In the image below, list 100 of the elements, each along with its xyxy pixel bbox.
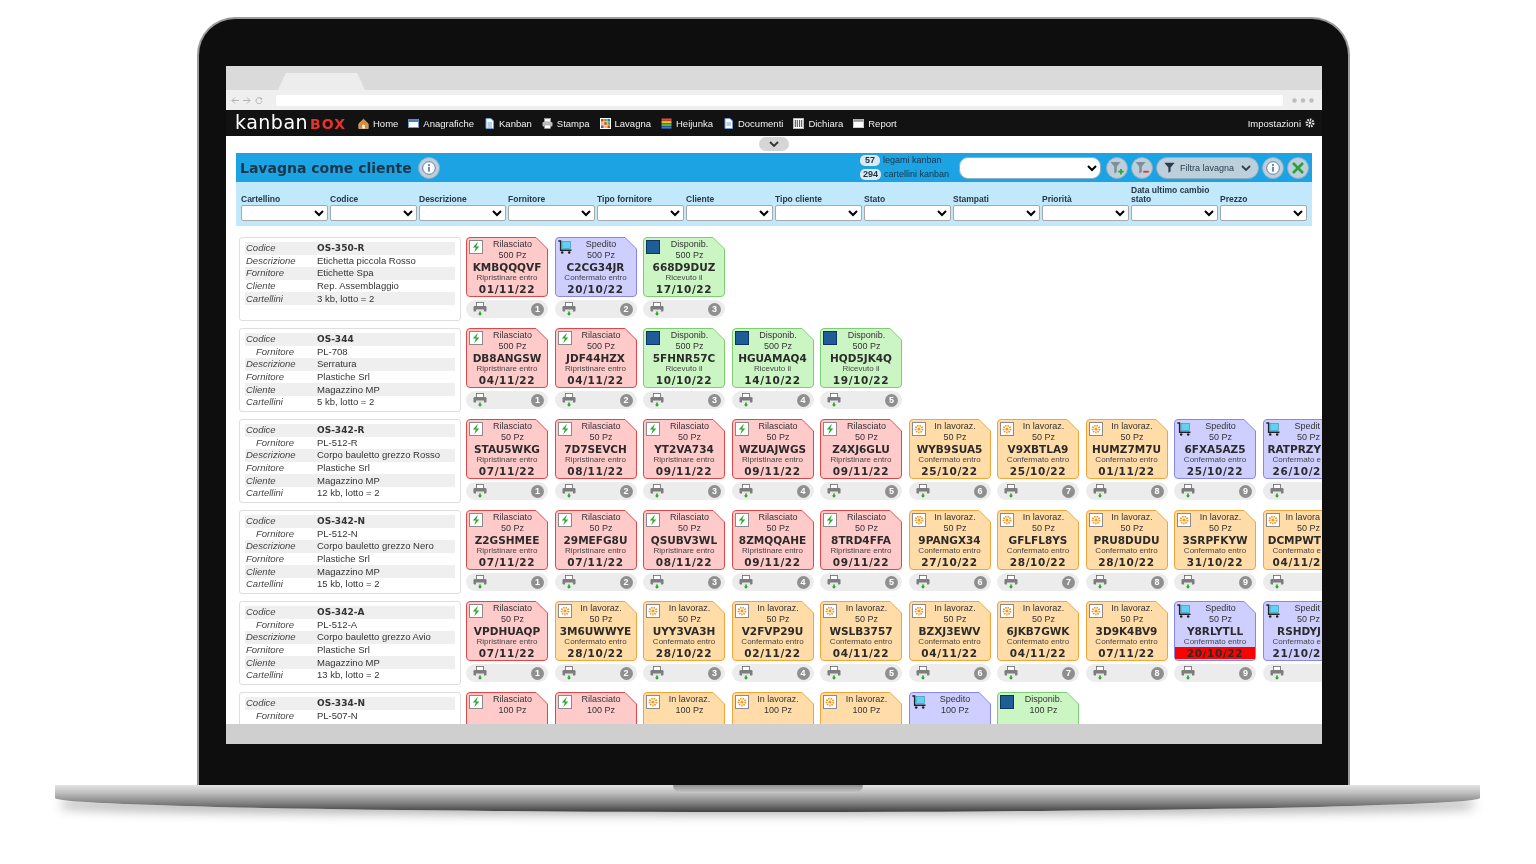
kanban-card[interactable]: Rilasciato 50 Pz STAU5WKG Ripristinare entro 07/11/22 [466, 419, 548, 479]
printer-icon[interactable] [473, 393, 487, 407]
kanban-card[interactable]: In lavoraz. 100 Pz [820, 692, 902, 724]
kanban-card[interactable]: In lavoraz. 100 Pz [731, 692, 814, 724]
info-button[interactable] [1262, 156, 1284, 179]
kanban-card[interactable]: In lavoraz. 50 Pz HUMZ7M7U Confermato entro 01/11/22 [1085, 419, 1168, 479]
nav-link[interactable]: Home [358, 117, 399, 129]
nav-link[interactable]: Dichiara [793, 117, 844, 129]
kanban-card[interactable]: Disponib. 500 Pz HGUAMAQ4 Ricevuto il 14/10/22 [731, 328, 814, 388]
filter-select[interactable] [1042, 205, 1129, 221]
printer-icon[interactable] [738, 484, 753, 498]
filter-select[interactable] [953, 205, 1040, 221]
kanban-card[interactable]: Rilasciato 50 Pz WZUAJWGS Ripristinare entro 09/11/22 [731, 419, 814, 479]
kanban-card[interactable]: Spedito 50 Pz Y8RLYTLL Confermato entro 20/10/22 [1174, 601, 1256, 661]
filter-select[interactable] [241, 205, 328, 221]
printer-icon[interactable] [1181, 666, 1195, 680]
filter-select[interactable] [775, 205, 862, 221]
kanban-card[interactable]: In lavoraz. 50 Pz 3M6UWWYE Confermato entro 28/10/22 [554, 601, 637, 661]
kanban-card[interactable]: Disponib. 500 Pz HQD5JK4Q Ricevuto il 19/10/22 [820, 328, 902, 388]
kanban-card[interactable]: In lavoraz. 50 Pz BZXJ3EWV Confermato entro 04/11/22 [908, 601, 991, 661]
kanban-card[interactable]: Rilasciato 500 Pz JDF44HZX Ripristinare entro 04/11/22 [554, 328, 637, 388]
kanban-card[interactable]: Rilasciato 50 Pz 8TRD4FFA Ripristinare entro 09/11/22 [820, 510, 902, 570]
kanban-card[interactable]: In lavoraz. 100 Pz [643, 692, 725, 724]
board-select[interactable] [959, 156, 1101, 179]
kanban-card[interactable]: In lavoraz. 50 Pz PRU8DUDU Confermato entro 28/10/22 [1085, 510, 1168, 570]
kanban-card[interactable]: Spedit 50 Pz RSHDYJ Confermato e 21/10/2 [1262, 601, 1322, 661]
cross-button[interactable] [1287, 156, 1309, 179]
printer-icon[interactable] [473, 575, 487, 589]
printer-icon[interactable] [738, 575, 753, 589]
printer-icon[interactable] [1181, 484, 1195, 498]
collapse-button[interactable] [759, 137, 789, 151]
kanban-card[interactable]: Rilasciato 100 Pz [554, 692, 637, 724]
printer-icon[interactable] [827, 393, 841, 407]
printer-icon[interactable] [561, 666, 576, 680]
printer-icon[interactable] [1092, 666, 1107, 680]
kanban-card[interactable]: In lavoraz. 50 Pz V2FVP29U Confermato entro 02/11/22 [731, 601, 814, 661]
filter-select[interactable] [508, 205, 595, 221]
kanban-card[interactable]: Rilasciato 50 Pz 8ZMQQAHE Ripristinare entro 09/11/22 [731, 510, 814, 570]
nav-link[interactable]: Lavagna [599, 117, 651, 129]
printer-icon[interactable] [1004, 575, 1018, 589]
kanban-card[interactable]: Rilasciato 50 Pz 7D7SEVCH Ripristinare entro 08/11/22 [554, 419, 637, 479]
kanban-card[interactable]: In lavoraz. 50 Pz 6JKB7GWK Confermato entro 04/11/22 [997, 601, 1079, 661]
kanban-card[interactable]: Rilasciato 50 Pz 29MEFG8U Ripristinare entro 07/11/22 [554, 510, 637, 570]
printer-icon[interactable] [827, 575, 841, 589]
kanban-card[interactable]: Rilasciato 50 Pz VPDHUAQP Ripristinare entro 07/11/22 [466, 601, 548, 661]
printer-icon[interactable] [738, 393, 753, 407]
printer-icon[interactable] [561, 484, 576, 498]
nav-link[interactable]: Report [853, 117, 897, 129]
kanban-card[interactable]: Rilasciato 50 Pz YT2VA734 Ripristinare entro 09/11/22 [643, 419, 725, 479]
info-button[interactable] [417, 156, 440, 179]
filter-dropdown-button[interactable]: Filtra lavagna [1156, 156, 1259, 179]
kanban-card[interactable]: Disponib. 500 Pz 668D9DUZ Ricevuto il 17/10/22 [643, 237, 725, 297]
printer-icon[interactable] [650, 484, 664, 498]
printer-icon[interactable] [473, 666, 487, 680]
filter-select[interactable] [419, 205, 506, 221]
kanban-card[interactable]: Rilasciato 50 Pz Z4XJ6GLU Ripristinare entro 09/11/22 [820, 419, 902, 479]
kanban-card[interactable]: In lavoraz. 50 Pz WYB9SUA5 Confermato entro 25/10/22 [908, 419, 991, 479]
filter-select[interactable] [597, 205, 684, 221]
printer-icon[interactable] [1004, 666, 1018, 680]
kanban-card[interactable]: In lavoraz. 50 Pz 3SRPFKYW Confermato entro 31/10/22 [1174, 510, 1256, 570]
printer-icon[interactable] [1181, 575, 1195, 589]
nav-link[interactable]: Heijunka [661, 117, 713, 129]
funnel-button[interactable] [1131, 156, 1153, 179]
kanban-card[interactable]: In lavoraz. 50 Pz V9XBTLA9 Confermato entro 25/10/22 [997, 419, 1079, 479]
settings-link[interactable]: Impostazioni [1247, 117, 1315, 129]
printer-icon[interactable] [561, 575, 576, 589]
kanban-card[interactable]: In lavoraz. 50 Pz WSLB3757 Confermato entro 04/11/22 [820, 601, 902, 661]
kanban-card[interactable]: In lavora 50 Pz DCMPWT Confermato e 04/11/2 [1262, 510, 1322, 570]
nav-link[interactable]: Stampa [541, 117, 590, 129]
printer-icon[interactable] [1269, 575, 1284, 589]
kanban-card[interactable]: Disponib. 100 Pz [997, 692, 1079, 724]
filter-select[interactable] [330, 205, 417, 221]
printer-icon[interactable] [915, 666, 930, 680]
kanban-card[interactable]: In lavoraz. 50 Pz 9PANGX34 Confermato entro 27/10/22 [908, 510, 991, 570]
nav-link[interactable]: Anagrafiche [408, 117, 475, 129]
kanban-card[interactable]: Spedito 50 Pz 6FXA5AZ5 Confermato entro 25/10/22 [1174, 419, 1256, 479]
printer-icon[interactable] [473, 484, 487, 498]
printer-icon[interactable] [473, 302, 487, 316]
kanban-card[interactable]: Rilasciato 500 Pz DB8ANGSW Ripristinare entro 04/11/22 [466, 328, 548, 388]
printer-icon[interactable] [650, 302, 664, 316]
printer-icon[interactable] [1004, 484, 1018, 498]
printer-icon[interactable] [650, 575, 664, 589]
kanban-card[interactable]: Rilasciato 100 Pz [466, 692, 548, 724]
printer-icon[interactable] [1269, 666, 1284, 680]
filter-select[interactable] [686, 205, 773, 221]
funnel-button[interactable] [1106, 156, 1128, 179]
printer-icon[interactable] [650, 393, 664, 407]
kanban-card[interactable]: In lavoraz. 50 Pz 3D9K4BV9 Confermato entro 07/11/22 [1085, 601, 1168, 661]
printer-icon[interactable] [1269, 484, 1284, 498]
printer-icon[interactable] [1092, 484, 1107, 498]
kanban-card[interactable]: Rilasciato 50 Pz Z2GSHMEE Ripristinare entro 07/11/22 [466, 510, 548, 570]
kanban-card[interactable]: Rilasciato 50 Pz QSUBV3WL Ripristinare entro 08/11/22 [643, 510, 725, 570]
printer-icon[interactable] [561, 393, 576, 407]
nav-link[interactable]: Documenti [722, 117, 784, 129]
printer-icon[interactable] [827, 484, 841, 498]
filter-select[interactable] [1220, 205, 1307, 221]
kanban-card[interactable]: In lavoraz. 50 Pz GFLFL8YS Confermato entro 28/10/22 [997, 510, 1079, 570]
kanban-card[interactable]: Disponib. 500 Pz 5FHNR57C Ricevuto il 10/10/22 [643, 328, 725, 388]
printer-icon[interactable] [650, 666, 664, 680]
filter-select[interactable] [864, 205, 951, 221]
